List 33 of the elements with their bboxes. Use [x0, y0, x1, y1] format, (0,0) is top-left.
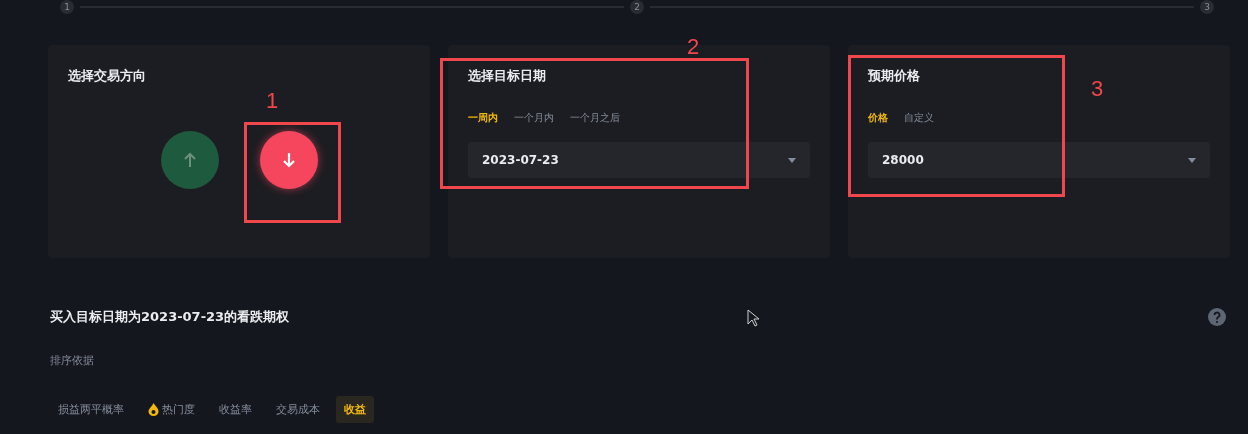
filter-tab[interactable]: 一周内 — [468, 111, 498, 125]
step-number: 1 — [60, 0, 74, 14]
card-title: 预期价格 — [868, 67, 921, 85]
sort-option[interactable]: 热门度 — [140, 396, 203, 423]
caret-icon — [788, 157, 796, 163]
annotation-number: 2 — [687, 34, 700, 60]
sort-option[interactable]: 交易成本 — [268, 396, 328, 423]
flame-icon — [148, 403, 159, 416]
arrow-down-icon — [281, 152, 296, 168]
select-value: 2023-07-23 — [482, 153, 559, 167]
card-title: 选择目标日期 — [468, 67, 547, 85]
caret-icon — [1188, 157, 1196, 163]
filter-tab[interactable]: 一个月内 — [514, 111, 554, 125]
section-heading: 买入目标日期为2023-07-23的看跌期权 — [50, 308, 290, 326]
sort-option[interactable]: 损益两平概率 — [50, 396, 132, 423]
sort-option[interactable]: 收益率 — [211, 396, 260, 423]
cursor-icon — [747, 309, 759, 327]
help-icon[interactable] — [1208, 308, 1226, 326]
card-title: 选择交易方向 — [68, 67, 147, 85]
select-value: 28000 — [882, 153, 924, 167]
filter-tab[interactable]: 价格 — [868, 111, 888, 125]
sort-option[interactable]: 收益 — [336, 396, 374, 423]
filter-tab[interactable]: 自定义 — [904, 111, 934, 125]
filter-tab[interactable]: 一个月之后 — [570, 111, 620, 125]
step-number: 3 — [1200, 0, 1214, 14]
sort-label: 排序依据 — [50, 353, 95, 368]
arrow-up-icon — [182, 152, 197, 168]
select-field[interactable]: 28000 — [868, 142, 1210, 178]
annotation-number: 3 — [1091, 76, 1104, 102]
select-field[interactable]: 2023-07-23 — [468, 142, 810, 178]
down-button[interactable] — [259, 131, 318, 189]
step-number: 2 — [630, 0, 644, 14]
annotation-number: 1 — [266, 88, 279, 114]
